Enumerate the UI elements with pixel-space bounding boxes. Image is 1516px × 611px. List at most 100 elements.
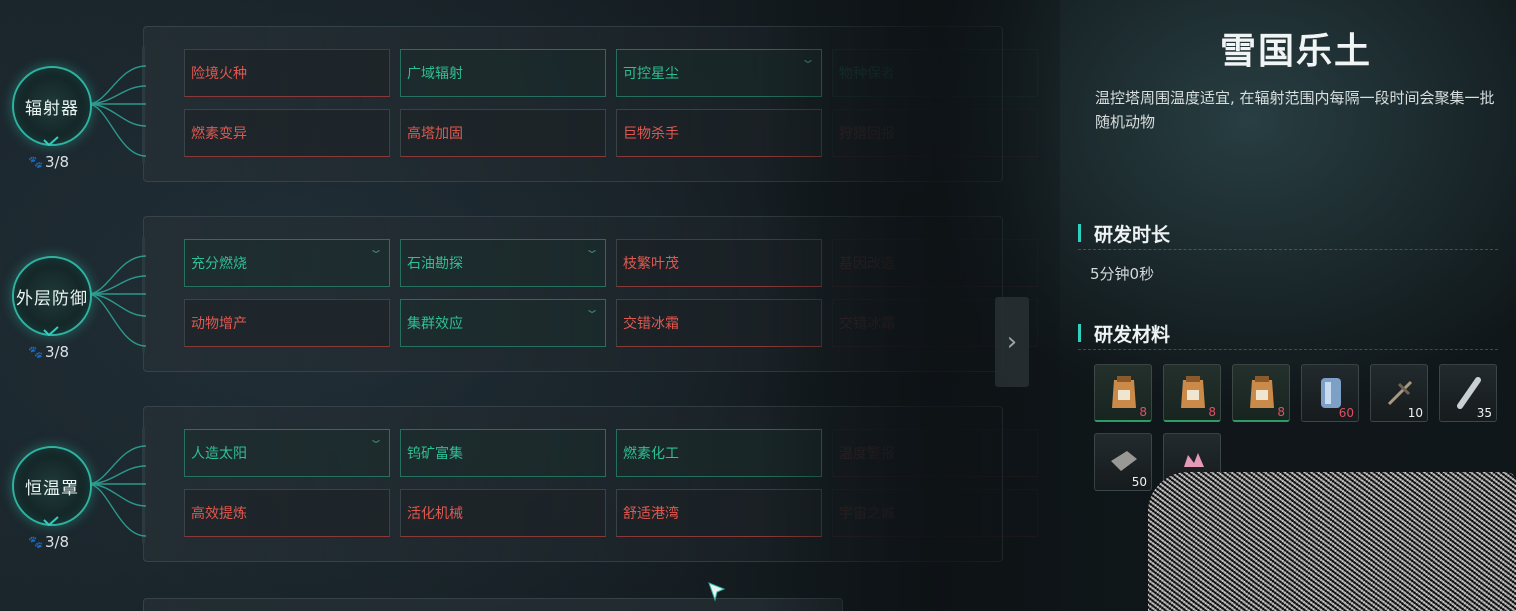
tech-card[interactable]: 可控星尘 ⌄ xyxy=(616,49,822,97)
tech-card[interactable]: 巨物杀手 xyxy=(616,109,822,157)
metal-plate-icon xyxy=(1111,451,1137,471)
tech-card-label: 物种保者 xyxy=(839,66,895,82)
seed-bag-icon xyxy=(1250,376,1274,408)
tech-card[interactable]: 钨矿富集 xyxy=(400,429,606,477)
connector-lines xyxy=(88,65,147,157)
tech-card[interactable]: 集群效应 ⌄ xyxy=(400,299,606,347)
tech-card[interactable]: 活化机械 xyxy=(400,489,606,537)
tech-card[interactable]: 广域辐射 xyxy=(400,49,606,97)
material-slot[interactable]: 60 xyxy=(1301,364,1359,422)
material-slot[interactable]: 8 xyxy=(1163,364,1221,422)
steel-rod-icon xyxy=(1457,377,1481,409)
tech-card[interactable]: 动物增产 xyxy=(184,299,390,347)
branch-node[interactable]: 辐射器 xyxy=(12,66,92,146)
check-icon xyxy=(43,516,59,526)
material-slot[interactable]: 35 xyxy=(1439,364,1497,422)
branch-thermal-dome: 人造太阳 ⌄ 钨矿富集 燃素化工 温度警报 高效提炼 活化机械 舒适港湾 宇宙之城… xyxy=(0,406,1038,576)
cursor-icon xyxy=(708,582,726,602)
tech-card[interactable]: 交错冰霜 xyxy=(616,299,822,347)
tech-card-label: 枝繁叶茂 xyxy=(623,256,679,272)
branch-outer-defense: 充分燃烧 ⌄ 石油勘探 ⌄ 枝繁叶茂 基因改造 动物增产 集群效应 ⌄ 交错冰霜 交错… xyxy=(0,216,1038,386)
branch-panel: 充分燃烧 ⌄ 石油勘探 ⌄ 枝繁叶茂 基因改造 动物增产 集群效应 ⌄ 交错冰霜 交错… xyxy=(142,216,1038,372)
tech-card-label: 交错冰霜 xyxy=(839,316,895,332)
branch-progress: 🐾 3/8 xyxy=(28,343,69,361)
seed-bag-icon xyxy=(1112,376,1136,408)
tech-card-label: 人造太阳 xyxy=(191,446,247,462)
tech-card[interactable]: 物种保者 xyxy=(832,49,1038,97)
tech-card-label: 基因改造 xyxy=(839,256,895,272)
tech-card[interactable]: 枝繁叶茂 xyxy=(616,239,822,287)
branch-panel-partial xyxy=(143,598,843,611)
branch-node[interactable]: 外层防御 xyxy=(12,256,92,336)
materials-section-heading: 研发材料 xyxy=(1078,320,1498,350)
branch-radiator: 险境火种 广域辐射 可控星尘 ⌄ 物种保者 燃素变异 高塔加固 巨物杀手 狩猎回报… xyxy=(0,26,1038,196)
tech-card[interactable]: 石油勘探 ⌄ xyxy=(400,239,606,287)
tech-description: 温控塔周围温度适宜, 在辐射范围内每隔一段时间会聚集一批随机动物 xyxy=(1095,89,1495,131)
branch-progress: 🐾 3/8 xyxy=(28,533,69,551)
check-icon xyxy=(43,136,59,146)
fuel-canister-icon xyxy=(1321,378,1341,408)
branch-panel: 人造太阳 ⌄ 钨矿富集 燃素化工 温度警报 高效提炼 活化机械 舒适港湾 宇宙之城 xyxy=(142,406,1038,562)
tech-card-label: 充分燃烧 xyxy=(191,256,247,272)
branch-node-label: 外层防御 xyxy=(16,288,88,309)
paw-icon: 🐾 xyxy=(28,155,43,169)
material-slot[interactable]: 10 xyxy=(1370,364,1428,422)
chevron-right-icon: › xyxy=(1006,327,1018,357)
noise-overlay xyxy=(1148,472,1516,611)
tech-card-label: 钨矿富集 xyxy=(407,446,463,462)
tech-card[interactable]: 基因改造 xyxy=(832,239,1038,287)
tech-card[interactable]: 险境火种 xyxy=(184,49,390,97)
tech-card[interactable]: 燃素化工 xyxy=(616,429,822,477)
tech-card-label: 狩猎回报 xyxy=(839,126,895,142)
heading-accent-bar xyxy=(1078,224,1081,242)
connector-lines xyxy=(88,445,147,537)
tech-card[interactable]: 宇宙之城 xyxy=(832,489,1038,537)
tech-card-label: 集群效应 xyxy=(407,316,463,332)
tech-card[interactable]: 高效提炼 xyxy=(184,489,390,537)
tech-card[interactable]: 充分燃烧 ⌄ xyxy=(184,239,390,287)
material-slot[interactable]: 8 xyxy=(1094,364,1152,422)
chevron-down-icon: ⌄ xyxy=(583,302,601,316)
chevron-down-icon: ⌄ xyxy=(367,432,385,446)
crossbow-icon xyxy=(1387,380,1413,406)
branch-progress: 🐾 3/8 xyxy=(28,153,69,171)
connector-lines xyxy=(88,255,147,347)
chevron-down-icon: ⌄ xyxy=(799,52,817,66)
tech-card-label: 温度警报 xyxy=(839,446,895,462)
material-qty: 8 xyxy=(1208,405,1216,419)
tech-card[interactable]: 舒适港湾 xyxy=(616,489,822,537)
tech-card[interactable]: 高塔加固 xyxy=(400,109,606,157)
tech-card-label: 高塔加固 xyxy=(407,126,463,142)
check-icon xyxy=(43,326,59,336)
tech-card-label: 活化机械 xyxy=(407,506,463,522)
tech-card-label: 燃素化工 xyxy=(623,446,679,462)
tech-card-label: 巨物杀手 xyxy=(623,126,679,142)
material-qty: 8 xyxy=(1277,405,1285,419)
tech-title: 雪国乐土 xyxy=(1220,31,1373,72)
material-qty: 10 xyxy=(1407,406,1423,420)
branch-panel: 险境火种 广域辐射 可控星尘 ⌄ 物种保者 燃素变异 高塔加固 巨物杀手 狩猎回报 xyxy=(142,26,1038,182)
heading-accent-bar xyxy=(1078,324,1081,342)
tech-card[interactable]: 燃素变异 xyxy=(184,109,390,157)
materials-heading-text: 研发材料 xyxy=(1094,324,1171,346)
tech-card-label: 宇宙之城 xyxy=(839,506,895,522)
material-slot[interactable]: 8 xyxy=(1232,364,1290,422)
branch-node[interactable]: 恒温罩 xyxy=(12,446,92,526)
branch-progress-value: 3/8 xyxy=(44,153,70,171)
material-qty: 8 xyxy=(1139,405,1147,419)
expand-arrow-button[interactable]: › xyxy=(995,297,1029,387)
duration-heading-text: 研发时长 xyxy=(1094,224,1171,246)
material-qty: 50 xyxy=(1131,475,1147,489)
tech-card-label: 动物增产 xyxy=(191,316,247,332)
tech-card-label: 高效提炼 xyxy=(191,506,247,522)
branch-node-label: 辐射器 xyxy=(25,98,79,119)
tech-card-label: 广域辐射 xyxy=(407,66,463,82)
duration-value: 5分钟0秒 xyxy=(1090,265,1155,283)
tech-card[interactable]: 狩猎回报 xyxy=(832,109,1038,157)
tech-card[interactable]: 人造太阳 ⌄ xyxy=(184,429,390,477)
branch-progress-value: 3/8 xyxy=(44,533,70,551)
tech-card[interactable]: 温度警报 xyxy=(832,429,1038,477)
paw-icon: 🐾 xyxy=(28,345,43,359)
material-slot[interactable]: 50 xyxy=(1094,433,1152,491)
tech-card-label: 交错冰霜 xyxy=(623,316,679,332)
